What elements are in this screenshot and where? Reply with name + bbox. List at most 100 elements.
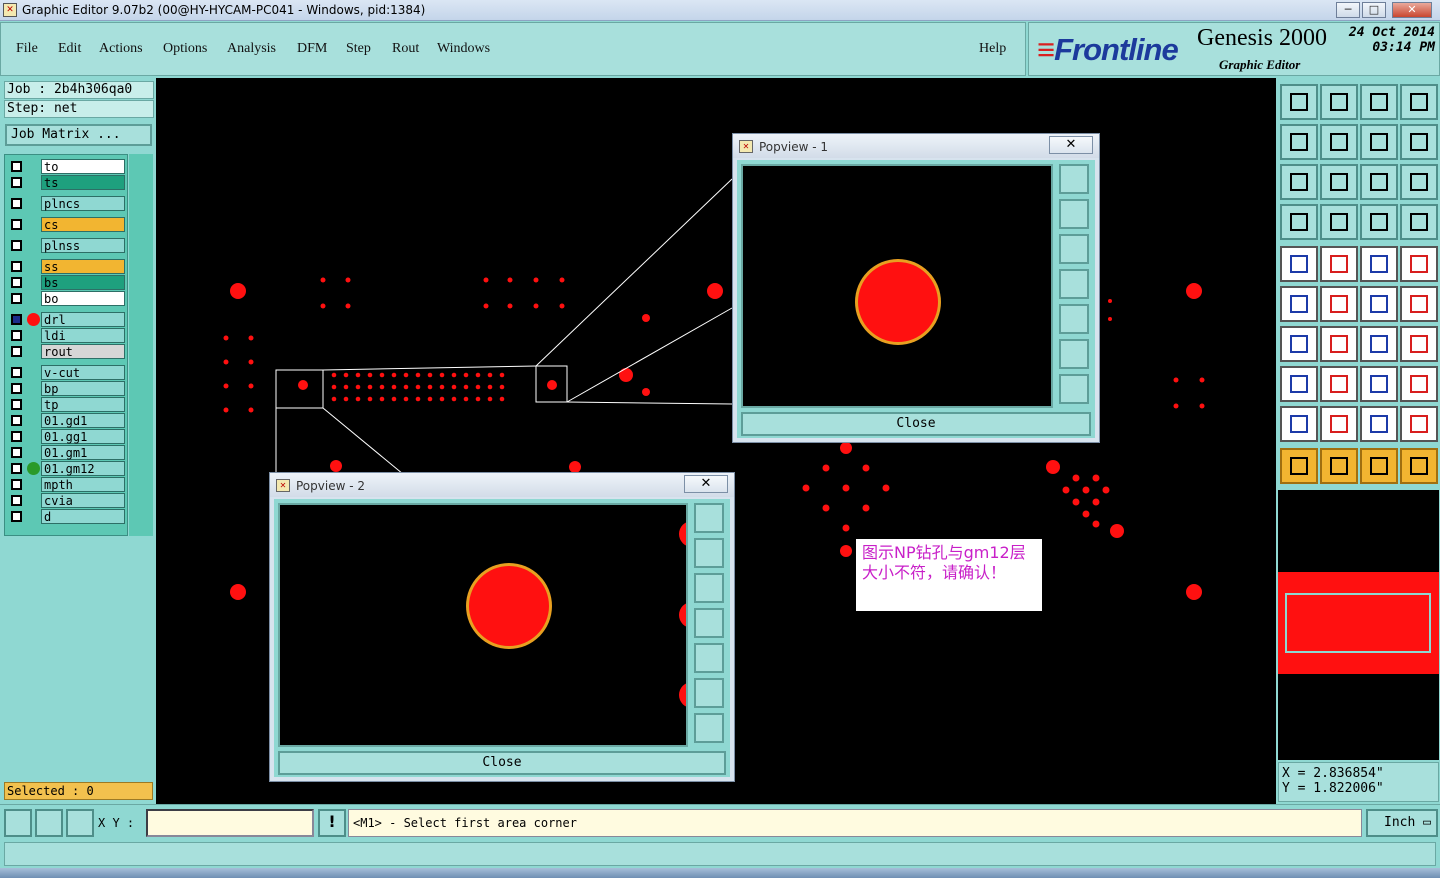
popview-1-view[interactable] xyxy=(741,164,1053,408)
layer-row-bp[interactable]: bp xyxy=(7,381,127,396)
menu-help[interactable]: Help xyxy=(979,41,1006,57)
measure-icon[interactable] xyxy=(1360,366,1398,402)
measure-tool-icon[interactable] xyxy=(35,809,63,837)
layer-name[interactable]: d xyxy=(41,509,125,524)
menu-rout[interactable]: Rout xyxy=(392,41,419,57)
split-icon[interactable] xyxy=(1320,366,1358,402)
popview-zoom-out-icon[interactable] xyxy=(694,713,724,743)
pointer-icon[interactable] xyxy=(1280,448,1318,484)
layer-row-cs[interactable]: cs xyxy=(7,217,127,232)
maximize-button[interactable]: □ xyxy=(1362,2,1386,18)
layers-alt-icon[interactable] xyxy=(1400,204,1438,240)
layer-name[interactable]: bp xyxy=(41,381,125,396)
layer-name[interactable]: ts xyxy=(41,175,125,190)
layer-checkbox[interactable] xyxy=(11,219,22,230)
layer-name[interactable]: bs xyxy=(41,275,125,290)
layer-row-ldi[interactable]: ldi xyxy=(7,328,127,343)
layer-name[interactable]: 01.gm1 xyxy=(41,445,125,460)
layer-checkbox[interactable] xyxy=(11,277,22,288)
grid-icon[interactable] xyxy=(1320,204,1358,240)
layer-checkbox[interactable] xyxy=(11,367,22,378)
layer-checkbox[interactable] xyxy=(11,261,22,272)
move-icon[interactable] xyxy=(1280,366,1318,402)
menu-windows[interactable]: Windows xyxy=(437,41,490,57)
layer-row-plnss[interactable]: plnss xyxy=(7,238,127,253)
layer-scroll-strip[interactable] xyxy=(129,154,153,536)
layer-name[interactable]: cvia xyxy=(41,493,125,508)
layer-checkbox[interactable] xyxy=(11,293,22,304)
popview-zoom-out-icon[interactable] xyxy=(1059,374,1089,404)
layer-row-bs[interactable]: bs xyxy=(7,275,127,290)
route-icon[interactable] xyxy=(1400,448,1438,484)
select-tool-icon[interactable] xyxy=(4,809,32,837)
popview-1-close-button[interactable]: Close xyxy=(741,412,1091,436)
link-icon[interactable] xyxy=(1400,286,1438,322)
arc-icon[interactable] xyxy=(1360,406,1398,442)
menu-options[interactable]: Options xyxy=(163,41,207,57)
layer-checkbox[interactable] xyxy=(11,330,22,341)
layer-checkbox[interactable] xyxy=(11,161,22,172)
layer-row-tp[interactable]: tp xyxy=(7,397,127,412)
arrow-up-icon[interactable] xyxy=(1320,406,1358,442)
layer-checkbox[interactable] xyxy=(11,463,22,474)
layer-row-rout[interactable]: rout xyxy=(7,344,127,359)
polygon-icon[interactable] xyxy=(1400,406,1438,442)
lasso-icon[interactable] xyxy=(1360,448,1398,484)
layer-checkbox[interactable] xyxy=(11,495,22,506)
popview-2-view[interactable] xyxy=(278,503,688,747)
unit-selector[interactable]: Inch ▭ xyxy=(1366,809,1438,837)
layer-checkbox[interactable] xyxy=(11,415,22,426)
layer-name[interactable]: 01.gd1 xyxy=(41,413,125,428)
layer-row-01-gm1[interactable]: 01.gm1 xyxy=(7,445,127,460)
layer-row-01-gm12[interactable]: 01.gm12 xyxy=(7,461,127,476)
layer-name[interactable]: mpth xyxy=(41,477,125,492)
popview-2-close-button[interactable]: Close xyxy=(278,751,726,775)
layer-row-bo[interactable]: bo xyxy=(7,291,127,306)
layer-name[interactable]: drl xyxy=(41,312,125,327)
prev-icon[interactable] xyxy=(1280,124,1318,160)
popview-pan-up-icon[interactable] xyxy=(1059,199,1089,229)
xy-input[interactable] xyxy=(146,809,314,837)
panel-icon[interactable] xyxy=(1400,84,1438,120)
popview-pan-down-icon[interactable] xyxy=(1059,234,1089,264)
scale-icon[interactable] xyxy=(1360,164,1398,200)
layer-name[interactable]: 01.gm12 xyxy=(41,461,125,476)
layer-name[interactable]: v-cut xyxy=(41,365,125,380)
layer-checkbox[interactable] xyxy=(11,383,22,394)
swap-icon[interactable] xyxy=(1360,124,1398,160)
layer-checkbox[interactable] xyxy=(11,198,22,209)
popview-zoom-icon[interactable] xyxy=(1059,164,1089,194)
grid-tool-icon[interactable] xyxy=(66,809,94,837)
next-icon[interactable] xyxy=(1320,124,1358,160)
menu-analysis[interactable]: Analysis xyxy=(227,41,276,57)
layer-name[interactable]: rout xyxy=(41,344,125,359)
rotate-icon[interactable] xyxy=(1360,326,1398,362)
popview-zoom-in-icon[interactable] xyxy=(1059,339,1089,369)
layer-checkbox[interactable] xyxy=(11,314,22,325)
pad-icon[interactable] xyxy=(1280,246,1318,282)
layer-checkbox[interactable] xyxy=(11,177,22,188)
layer-name[interactable]: plnss xyxy=(41,238,125,253)
layer-row-plncs[interactable]: plncs xyxy=(7,196,127,211)
diagonal-icon[interactable] xyxy=(1320,326,1358,362)
popview-zoom-icon[interactable] xyxy=(694,503,724,533)
layer-name[interactable]: bo xyxy=(41,291,125,306)
warning-button[interactable]: ! xyxy=(318,809,346,837)
text-icon[interactable] xyxy=(1400,326,1438,362)
save-icon[interactable] xyxy=(1320,84,1358,120)
snap-icon[interactable] xyxy=(1400,124,1438,160)
layer-row-mpth[interactable]: mpth xyxy=(7,477,127,492)
fit-icon[interactable] xyxy=(1280,164,1318,200)
layer-checkbox[interactable] xyxy=(11,447,22,458)
line-icon[interactable] xyxy=(1320,246,1358,282)
layer-row-01-gd1[interactable]: 01.gd1 xyxy=(7,413,127,428)
circle-icon[interactable] xyxy=(1400,246,1438,282)
layers-icon[interactable] xyxy=(1360,204,1398,240)
popview-pan-left-icon[interactable] xyxy=(694,608,724,638)
popview-pan-down-icon[interactable] xyxy=(694,573,724,603)
node-icon[interactable] xyxy=(1280,286,1318,322)
close-window-button[interactable]: ✕ xyxy=(1392,2,1432,18)
minimize-button[interactable]: ─ xyxy=(1336,2,1360,18)
menu-step[interactable]: Step xyxy=(346,41,371,57)
layer-row-d[interactable]: d xyxy=(7,509,127,524)
